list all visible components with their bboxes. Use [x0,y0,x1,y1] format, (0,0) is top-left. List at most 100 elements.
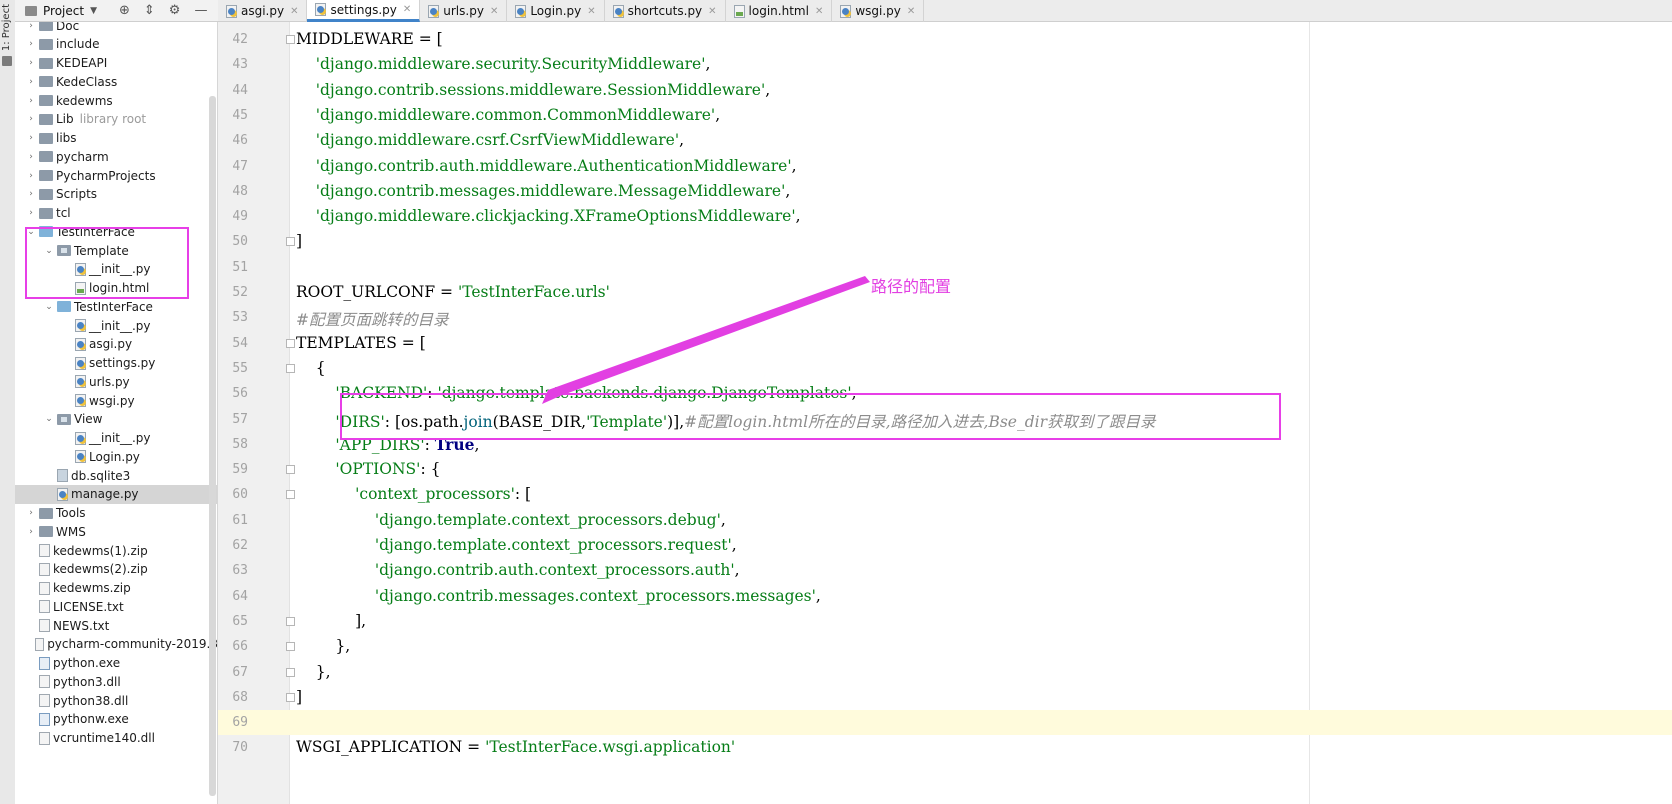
tree-item[interactable]: ›__init__.py [15,316,217,335]
collapse-all-icon[interactable]: ⇕ [144,0,155,22]
tree-item[interactable]: › include [15,35,217,54]
fold-marker-icon[interactable] [286,642,295,652]
chevron-right-icon[interactable]: › [25,39,37,49]
close-icon[interactable]: ✕ [708,6,716,17]
tree-item[interactable]: ›python38.dll [15,691,217,710]
project-view-selector[interactable]: Project ▼ [15,0,97,22]
tree-item[interactable]: ›NEWS.txt [15,616,217,635]
tree-item[interactable]: ›settings.py [15,354,217,373]
tree-item[interactable]: ›kedewms.zip [15,579,217,598]
code-line[interactable]: 70 WSGI_APPLICATION = 'TestInterFace.wsgi… [218,735,1672,760]
tree-item[interactable]: ›pythonw.exe [15,710,217,729]
chevron-right-icon[interactable]: › [25,133,37,143]
chevron-right-icon[interactable]: › [25,114,37,124]
code-line[interactable]: 50] [218,229,1672,254]
project-tool-button[interactable]: 1: Project [1,4,12,51]
fold-marker-icon[interactable] [286,35,295,44]
tree-item[interactable]: ›LICENSE.txt [15,597,217,616]
editor-tab[interactable]: wsgi.py ✕ [832,0,925,22]
tree-item[interactable]: › Tools [15,504,217,523]
editor-tab[interactable]: urls.py ✕ [420,0,508,22]
editor-tab[interactable]: login.html ✕ [726,0,833,22]
code-line[interactable]: 47 'django.contrib.auth.middleware.Authe… [218,154,1672,179]
close-icon[interactable]: ✕ [290,6,298,17]
tree-item[interactable]: ›kedewms(1).zip [15,541,217,560]
code-line[interactable]: 64 'django.contrib.messages.context_proc… [218,584,1672,609]
tree-item[interactable]: ›python3.dll [15,672,217,691]
chevron-right-icon[interactable]: › [25,152,37,162]
fold-marker-icon[interactable] [286,616,295,626]
code-line[interactable]: 62 'django.template.context_processors.r… [218,533,1672,558]
tree-item[interactable]: ›python.exe [15,654,217,673]
tree-item[interactable]: ›Login.py [15,447,217,466]
tree-scrollbar[interactable] [209,96,216,796]
code-line[interactable]: 43 'django.middleware.security.SecurityM… [218,52,1672,77]
hide-icon[interactable]: — [194,0,207,22]
code-line[interactable]: 44 'django.contrib.sessions.middleware.S… [218,78,1672,103]
tree-item[interactable]: ›kedewms(2).zip [15,560,217,579]
chevron-right-icon[interactable]: › [25,189,37,199]
code-line[interactable]: 54 TEMPLATES = [ [218,331,1672,356]
code-line[interactable]: 63 'django.contrib.auth.context_processo… [218,558,1672,583]
locate-icon[interactable]: ⊕ [119,0,130,22]
tree-item[interactable]: › KedeClass [15,72,217,91]
tree-item[interactable]: › Scripts [15,185,217,204]
code-line[interactable]: 53 #配置页面跳转的目录 [218,305,1672,330]
code-line[interactable]: 45 'django.middleware.common.CommonMiddl… [218,103,1672,128]
code-line[interactable]: 65 ], [218,609,1672,634]
editor-tab[interactable]: Login.py ✕ [507,0,605,22]
chevron-right-icon[interactable]: › [25,527,37,537]
chevron-right-icon[interactable]: › [25,22,37,31]
gear-icon[interactable]: ⚙ [169,0,181,22]
code-line[interactable]: 49 'django.middleware.clickjacking.XFram… [218,204,1672,229]
code-line[interactable]: 59 'OPTIONS': { [218,457,1672,482]
close-icon[interactable]: ✕ [490,6,498,17]
chevron-right-icon[interactable]: › [25,171,37,181]
close-icon[interactable]: ✕ [907,6,915,17]
code-line[interactable]: 60 'context_processors': [ [218,482,1672,507]
fold-marker-icon[interactable] [286,490,295,500]
close-icon[interactable]: ✕ [815,6,823,17]
tree-item[interactable]: ›__init__.py [15,429,217,448]
chevron-right-icon[interactable]: › [25,96,37,106]
fold-marker-icon[interactable] [286,338,295,348]
close-icon[interactable]: ✕ [587,6,595,17]
tree-item[interactable]: ›urls.py [15,372,217,391]
fold-marker-icon[interactable] [286,667,295,677]
tree-item[interactable]: ⌄ TestInterFace [15,297,217,316]
tree-item[interactable]: › KEDEAPI [15,54,217,73]
tree-item[interactable]: › pycharm [15,147,217,166]
code-line[interactable]: 67 }, [218,660,1672,685]
tool-window-icon[interactable] [2,56,12,66]
editor-tab[interactable]: asgi.py ✕ [218,0,308,22]
code-line[interactable]: 46 'django.middleware.csrf.CsrfViewMiddl… [218,128,1672,153]
chevron-right-icon[interactable]: › [25,208,37,218]
code-line[interactable]: 55 { [218,356,1672,381]
code-line[interactable]: 66 }, [218,634,1672,659]
close-icon[interactable]: ✕ [403,4,411,15]
fold-marker-icon[interactable] [286,465,295,475]
tree-item[interactable]: ›vcruntime140.dll [15,729,217,748]
tree-item[interactable]: ›manage.py [15,484,217,504]
code-line[interactable]: 61 'django.template.context_processors.d… [218,508,1672,533]
tree-item[interactable]: ›pycharm-community-2019.3 [15,635,217,654]
code-line[interactable]: 69 [218,710,1672,736]
chevron-right-icon[interactable]: › [25,58,37,68]
tree-item[interactable]: ›db.sqlite3 [15,466,217,485]
tree-item[interactable]: › WMS [15,522,217,541]
tree-item[interactable]: › libs [15,129,217,148]
tree-item[interactable]: › tcl [15,204,217,223]
fold-marker-icon[interactable] [286,237,295,247]
tree-item[interactable]: › kedewms [15,91,217,110]
tree-item[interactable]: ›wsgi.py [15,391,217,410]
fold-marker-icon[interactable] [286,363,295,373]
editor-tab[interactable]: settings.py ✕ [307,0,421,22]
tree-item[interactable]: › Doc [15,22,217,35]
tree-item[interactable]: › PycharmProjects [15,166,217,185]
chevron-down-icon[interactable]: ⌄ [43,302,55,312]
code-line[interactable]: 48 'django.contrib.messages.middleware.M… [218,179,1672,204]
code-line[interactable]: 68] [218,685,1672,710]
chevron-right-icon[interactable]: › [25,77,37,87]
editor-tab[interactable]: shortcuts.py ✕ [605,0,726,22]
fold-marker-icon[interactable] [286,692,295,702]
